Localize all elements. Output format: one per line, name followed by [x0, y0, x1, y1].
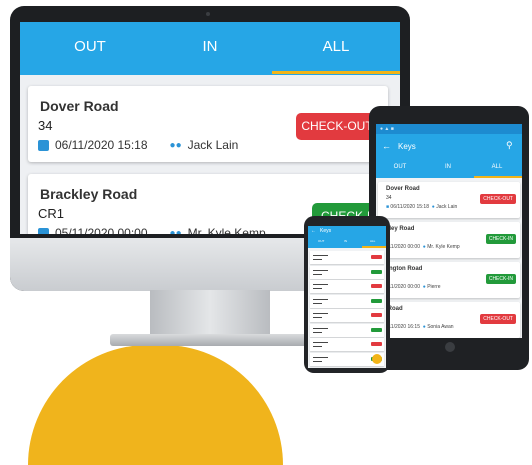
phone-item-text: ▬▬▬▬▬ ▬▬▬: [313, 325, 328, 334]
tab-bar: OUT IN ALL: [20, 22, 400, 75]
key-card[interactable]: ashington Road 109 ■ 06/11/2020 00:00 ● …: [376, 262, 520, 298]
check-out-button[interactable]: [371, 342, 382, 346]
check-in-button[interactable]: CHECK-IN: [485, 274, 516, 284]
card-person: Jack Lain: [436, 204, 458, 210]
check-out-button[interactable]: CHECK-OUT: [480, 314, 516, 324]
card-title: Dover Road: [386, 186, 420, 192]
tab-out[interactable]: OUT: [376, 164, 424, 170]
back-arrow-icon[interactable]: ←: [311, 228, 316, 234]
phone-item-text: ▬▬▬▬▬ ▬▬▬: [313, 253, 328, 261]
check-out-button[interactable]: [371, 255, 382, 259]
active-tab-indicator: [272, 71, 400, 74]
card-datetime: 06/11/2020 15:18: [55, 138, 148, 152]
check-out-button[interactable]: CHECK-OUT: [480, 194, 516, 204]
key-card[interactable]: Dover Road 34 ■ 06/11/2020 15:18 ● Jack …: [378, 182, 520, 218]
people-icon: ●: [422, 324, 426, 330]
phone-list-item[interactable]: ▬▬▬▬▬ ▬▬▬: [310, 323, 384, 337]
card-code: 34: [38, 118, 53, 133]
card-person: Mr. Kyle Kemp: [187, 226, 266, 234]
home-button-icon[interactable]: [445, 342, 455, 352]
yellow-decorative-shape: [28, 345, 283, 465]
search-icon[interactable]: ⚲: [506, 140, 513, 151]
card-person: Sonia Awan: [427, 324, 454, 330]
add-fab-button[interactable]: [372, 354, 382, 364]
key-card[interactable]: ver Road 9 ■ 06/11/2020 16:15 ● Sonia Aw…: [376, 302, 520, 338]
card-person: Jack Lain: [187, 138, 239, 152]
check-out-button[interactable]: [371, 313, 382, 317]
tab-out[interactable]: OUT: [30, 38, 150, 55]
people-icon: ●: [422, 284, 426, 290]
monitor-stand: [150, 290, 270, 338]
calendar-icon: ■: [386, 204, 390, 210]
check-in-button[interactable]: [371, 298, 382, 303]
check-out-button[interactable]: CHECK-OUT: [296, 113, 378, 140]
calendar-icon: [38, 227, 49, 234]
app-title: Keys: [320, 228, 332, 234]
card-title: Brackley Road: [40, 186, 138, 202]
card-datetime: 05/11/2020 00:00: [55, 226, 148, 234]
key-card[interactable]: rackley Road R1 ■ 05/11/2020 00:00 ● Mr.…: [376, 222, 520, 258]
monitor-base: [110, 334, 310, 346]
phone-item-text: ▬▬▬▬▬ ▬▬▬: [313, 340, 328, 348]
phone-list-item[interactable]: ▬▬▬▬▬ ▬▬▬: [310, 338, 384, 351]
phone-item-text: ▬▬▬▬▬ ▬▬▬: [313, 311, 328, 319]
people-icon: ●: [422, 244, 426, 250]
check-in-button[interactable]: [371, 269, 382, 274]
card-meta: 05/11/2020 00:00 ●● Mr. Kyle Kemp: [38, 226, 266, 234]
tablet-app-bar: ← Keys ⚲: [376, 134, 522, 160]
tab-all[interactable]: ALL: [370, 239, 375, 243]
check-in-button[interactable]: CHECK-IN: [485, 234, 516, 244]
card-meta: 06/11/2020 15:18 ●● Jack Lain: [38, 138, 238, 152]
card-meta: ■ 06/11/2020 15:18 ● Jack Lain: [386, 204, 457, 210]
tab-in[interactable]: IN: [150, 38, 270, 55]
people-icon: ●: [431, 204, 435, 210]
people-icon: ●●: [169, 227, 182, 235]
phone-list-item[interactable]: ▬▬▬▬▬ ▬▬▬: [310, 294, 384, 308]
phone-item-text: ▬▬▬▬▬ ▬▬▬: [313, 354, 328, 363]
tablet-screen: ● ▲ ■ ← Keys ⚲ OUT IN ALL Dover Road 34 …: [376, 124, 522, 338]
calendar-icon: [38, 139, 49, 151]
phone-item-text: ▬▬▬▬▬ ▬▬▬: [313, 296, 328, 305]
phone-app-bar: ← Keys OUT IN ALL: [308, 226, 386, 248]
card-person: Pierre: [427, 284, 441, 290]
tab-in[interactable]: IN: [424, 164, 472, 170]
tab-all[interactable]: ALL: [276, 38, 396, 55]
app-title: Keys: [398, 142, 416, 151]
active-tab-indicator: [362, 246, 386, 248]
tab-in[interactable]: IN: [344, 239, 347, 243]
tab-out[interactable]: OUT: [318, 239, 324, 243]
back-arrow-icon[interactable]: ←: [382, 141, 391, 151]
webcam-icon: [206, 12, 210, 16]
card-code: 34: [386, 195, 392, 201]
phone-screen: ← Keys OUT IN ALL ▬▬▬▬▬ ▬▬▬ ▬▬▬▬▬ ▬▬▬ ▬▬▬▬▬ ▬…: [308, 226, 386, 368]
check-out-button[interactable]: [371, 284, 382, 288]
card-datetime: 06/11/2020 15:18: [390, 204, 429, 210]
card-person: Mr. Kyle Kemp: [427, 244, 460, 250]
card-title: Dover Road: [40, 98, 119, 114]
phone-list-item[interactable]: ▬▬▬▬▬ ▬▬▬: [310, 309, 384, 322]
tab-all[interactable]: ALL: [473, 164, 521, 170]
people-icon: ●●: [169, 139, 182, 151]
card-code: CR1: [38, 206, 65, 221]
monitor-screen: OUT IN ALL Dover Road 34 06/11/2020 15:1…: [20, 22, 400, 234]
phone-item-text: ▬▬▬▬▬ ▬▬▬: [313, 282, 328, 290]
active-tab-indicator: [474, 176, 522, 178]
status-bar: ● ▲ ■: [376, 124, 522, 134]
phone-list-item[interactable]: ▬▬▬▬▬ ▬▬▬: [310, 251, 384, 264]
phone-item-text: ▬▬▬▬▬ ▬▬▬: [313, 267, 328, 276]
phone-list-item[interactable]: ▬▬▬▬▬ ▬▬▬: [310, 280, 384, 293]
check-in-button[interactable]: [371, 327, 382, 332]
phone-list-item[interactable]: ▬▬▬▬▬ ▬▬▬: [310, 265, 384, 279]
